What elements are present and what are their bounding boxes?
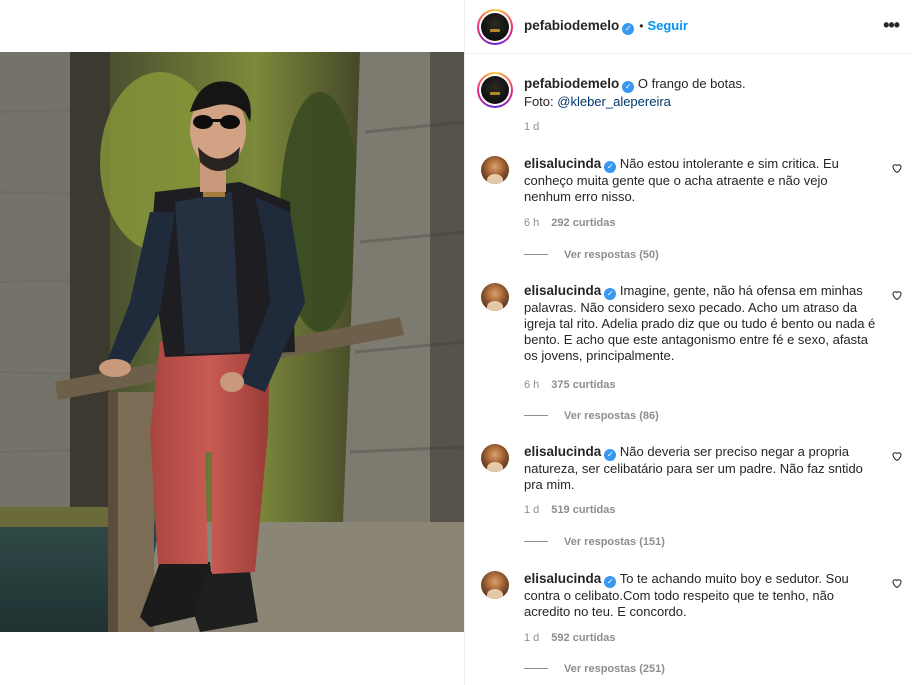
commenter-avatar[interactable]: [481, 571, 509, 599]
post-header: pefabiodemelo ✓ • Seguir •••: [465, 0, 912, 54]
comments-list[interactable]: pefabiodemelo ✓ O frango de botas. Foto: …: [465, 55, 912, 685]
verified-badge-icon: ✓: [604, 161, 617, 173]
separator-dot: •: [639, 19, 644, 33]
commenter-username[interactable]: elisalucinda: [524, 444, 601, 459]
replies-divider: [524, 415, 548, 416]
caption-username[interactable]: pefabiodemelo: [524, 76, 619, 91]
post-photo-image: [0, 52, 464, 632]
verified-badge-icon: ✓: [622, 81, 635, 93]
view-replies-button[interactable]: Ver respostas (151): [524, 536, 665, 548]
like-heart-icon[interactable]: [891, 577, 903, 589]
post-media-panel: [0, 0, 464, 685]
view-replies-button[interactable]: Ver respostas (251): [524, 663, 665, 675]
replies-divider: [524, 541, 548, 542]
view-replies-label: Ver respostas (50): [564, 249, 659, 261]
comment-likes[interactable]: 292 curtidas: [551, 217, 615, 229]
comment-meta: 6 h 292 curtidas: [524, 217, 616, 229]
comment-body: elisalucinda ✓ Não estou intolerante e si…: [524, 156, 876, 205]
view-replies-label: Ver respostas (251): [564, 663, 665, 675]
caption-mention-link[interactable]: @kleber_alepereira: [557, 94, 671, 109]
comment-likes[interactable]: 592 curtidas: [551, 632, 615, 644]
author-avatar[interactable]: [477, 9, 513, 45]
comment-time[interactable]: 6 h: [524, 379, 539, 391]
comment-body: elisalucinda ✓ To te achando muito boy e …: [524, 571, 876, 620]
post-photo[interactable]: [0, 52, 464, 632]
caption-timestamp[interactable]: 1 d: [524, 121, 539, 133]
caption-credit-prefix: Foto:: [524, 94, 558, 109]
caption-text: O frango de botas.: [637, 76, 746, 91]
view-replies-button[interactable]: Ver respostas (50): [524, 249, 659, 261]
comment-body: elisalucinda ✓ Imagine, gente, não há ofe…: [524, 283, 876, 364]
replies-divider: [524, 668, 548, 669]
view-replies-label: Ver respostas (151): [564, 536, 665, 548]
post-side-panel: pefabiodemelo ✓ • Seguir ••• pefabiodemelo ✓…: [464, 0, 912, 685]
comment-body: elisalucinda ✓ Não deveria ser preciso ne…: [524, 444, 876, 493]
verified-badge-icon: ✓: [622, 23, 635, 35]
comment-time[interactable]: 1 d: [524, 632, 539, 644]
comment-likes[interactable]: 375 curtidas: [551, 379, 615, 391]
comment-meta: 6 h 375 curtidas: [524, 379, 616, 391]
comment-meta: 1 d 519 curtidas: [524, 504, 616, 516]
header-user-line: pefabiodemelo ✓ • Seguir: [524, 18, 688, 35]
view-replies-button[interactable]: Ver respostas (86): [524, 410, 659, 422]
caption-author-avatar[interactable]: [477, 72, 513, 108]
replies-divider: [524, 254, 548, 255]
post-caption: pefabiodemelo ✓ O frango de botas. Foto: …: [524, 75, 884, 110]
comment-meta: 1 d 592 curtidas: [524, 632, 616, 644]
author-username[interactable]: pefabiodemelo: [524, 18, 619, 33]
commenter-avatar[interactable]: [481, 283, 509, 311]
commenter-username[interactable]: elisalucinda: [524, 283, 601, 298]
like-heart-icon[interactable]: [891, 450, 903, 462]
commenter-avatar[interactable]: [481, 444, 509, 472]
commenter-avatar[interactable]: [481, 156, 509, 184]
verified-badge-icon: ✓: [604, 449, 617, 461]
commenter-username[interactable]: elisalucinda: [524, 156, 601, 171]
comment-likes[interactable]: 519 curtidas: [551, 504, 615, 516]
view-replies-label: Ver respostas (86): [564, 410, 659, 422]
commenter-username[interactable]: elisalucinda: [524, 571, 601, 586]
verified-badge-icon: ✓: [604, 288, 617, 300]
verified-badge-icon: ✓: [604, 576, 617, 588]
like-heart-icon[interactable]: [891, 289, 903, 301]
more-options-icon[interactable]: •••: [883, 16, 900, 34]
comment-time[interactable]: 1 d: [524, 504, 539, 516]
like-heart-icon[interactable]: [891, 162, 903, 174]
comment-time[interactable]: 6 h: [524, 217, 539, 229]
follow-button[interactable]: Seguir: [647, 18, 687, 33]
